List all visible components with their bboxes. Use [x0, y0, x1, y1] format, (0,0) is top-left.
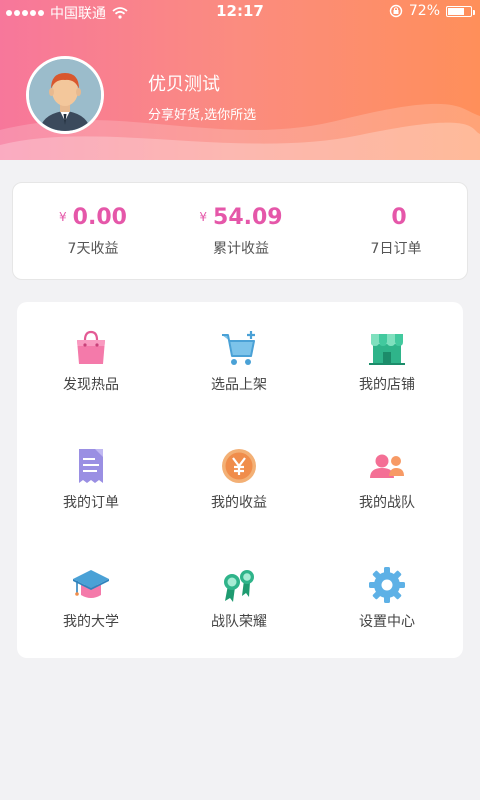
stat-amount: 54.09 — [213, 205, 283, 230]
stat-value: ¥0.00 — [23, 205, 163, 230]
menu-item-label: 战队荣耀 — [211, 614, 267, 630]
menu-item-my-store[interactable]: 我的店铺 — [313, 302, 461, 420]
stat-value: 0 — [326, 205, 466, 230]
menu-item-label: 选品上架 — [211, 377, 267, 393]
menu-item-label: 发现热品 — [63, 377, 119, 393]
menu-item-my-earnings[interactable]: 我的收益 — [165, 420, 313, 538]
rotation-lock-icon — [389, 4, 403, 18]
yen-coin-icon — [222, 449, 256, 483]
stat-7day-earnings[interactable]: ¥0.00 7天收益 — [23, 205, 163, 258]
menu-item-settings[interactable]: 设置中心 — [313, 539, 461, 657]
menu-item-select-products[interactable]: 选品上架 — [165, 302, 313, 420]
cart-add-icon — [222, 331, 255, 365]
receipt-icon — [79, 449, 103, 483]
currency-symbol: ¥ — [199, 210, 208, 224]
profile-name: 优贝测试 — [148, 74, 220, 95]
stat-label: 7日订单 — [370, 241, 422, 257]
battery-percent: 72% — [408, 3, 440, 19]
user-avatar-icon — [29, 59, 101, 131]
currency-symbol: ¥ — [59, 210, 67, 224]
stat-amount: 0 — [391, 205, 407, 230]
menu-item-label: 我的收益 — [211, 495, 267, 511]
menu-item-my-orders[interactable]: 我的订单 — [17, 420, 165, 538]
graduation-cap-icon — [73, 570, 109, 598]
menu-item-team-glory[interactable]: 战队荣耀 — [165, 539, 313, 657]
earnings-summary-card: ¥0.00 7天收益 ¥54.09 累计收益 0 7日订单 — [12, 182, 468, 280]
menu-item-label: 我的大学 — [63, 614, 119, 630]
menu-item-label: 我的店铺 — [359, 377, 415, 393]
stat-label: 累计收益 — [213, 241, 269, 257]
team-icon — [370, 454, 404, 478]
menu-item-label: 我的战队 — [359, 495, 415, 511]
profile-header: 中国联通 12:17 72% 优贝测试 分享好货,选你所选 — [0, 0, 480, 160]
profile-tagline: 分享好货,选你所选 — [148, 108, 257, 123]
menu-item-hot-products[interactable]: 发现热品 — [17, 302, 165, 420]
stat-label: 7天收益 — [67, 241, 119, 257]
menu-item-my-university[interactable]: 我的大学 — [17, 539, 165, 657]
store-icon — [369, 334, 405, 365]
menu-item-label: 设置中心 — [359, 614, 415, 630]
stat-total-earnings[interactable]: ¥54.09 累计收益 — [171, 205, 311, 258]
menu-item-label: 我的订单 — [63, 495, 119, 511]
menu-item-my-team[interactable]: 我的战队 — [313, 420, 461, 538]
shopping-bag-icon — [77, 330, 105, 364]
gear-icon — [369, 567, 405, 603]
stat-value: ¥54.09 — [171, 205, 311, 230]
stat-amount: 0.00 — [72, 205, 127, 230]
function-menu-grid: 发现热品 选品上架 我的店铺 我的订单 我的收益 我的战队 我的大学 战队荣耀 … — [17, 302, 463, 658]
battery-icon — [446, 5, 475, 17]
award-ribbon-icon — [224, 570, 254, 602]
avatar[interactable] — [26, 56, 104, 134]
stat-7day-orders[interactable]: 0 7日订单 — [326, 205, 466, 258]
status-bar: 中国联通 12:17 72% — [0, 0, 480, 24]
